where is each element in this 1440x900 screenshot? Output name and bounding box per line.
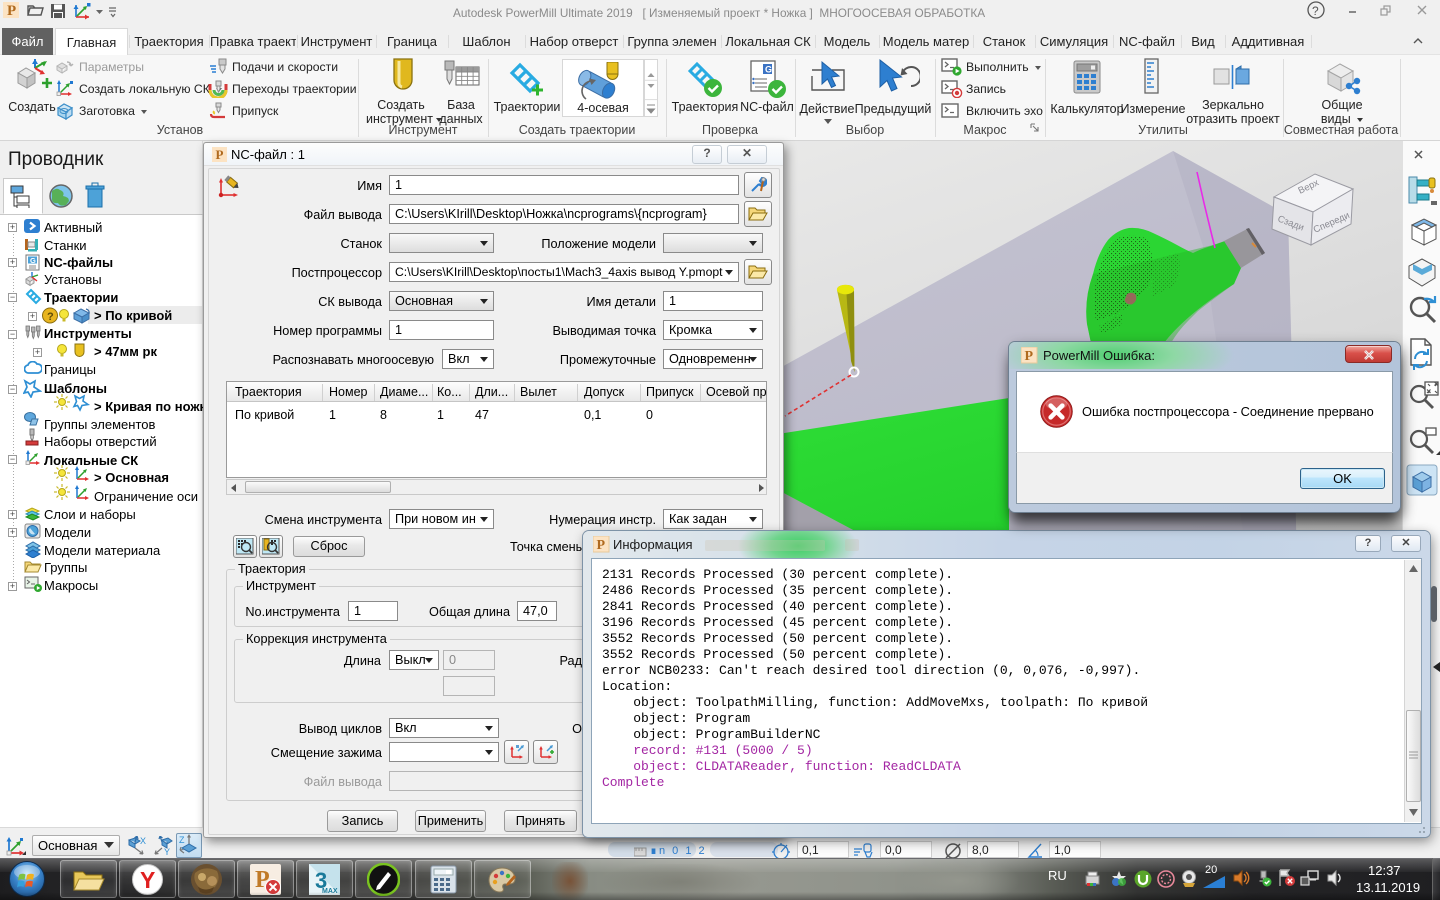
svg-text:Z: Z [179,835,185,845]
svg-text:G: G [765,65,772,75]
svg-text:P: P [7,3,16,19]
svg-text:G: G [30,256,36,265]
svg-text:?: ? [1312,4,1319,18]
svg-text:P: P [1025,349,1034,364]
svg-text:?: ? [47,311,54,323]
svg-text:Y: Y [140,867,155,893]
svg-text:P: P [216,147,224,162]
svg-text:Y: Y [164,847,170,856]
svg-text:P: P [597,538,606,553]
svg-text:X: X [140,836,146,846]
svg-text:MAX: MAX [322,888,338,895]
